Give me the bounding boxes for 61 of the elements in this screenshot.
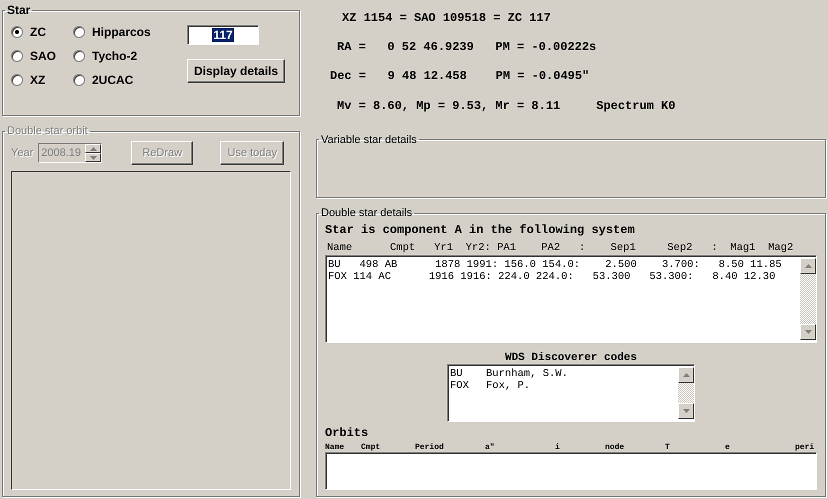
orbits-list[interactable] [325, 452, 817, 490]
column-header: node [605, 443, 626, 452]
code-row[interactable]: BU Burnham, S.W. [450, 368, 678, 380]
star-info-line: RA = 0 52 46.9239 PM = -0.00222s [336, 40, 598, 54]
display-details-button[interactable]: Display details [187, 59, 286, 83]
column-header: peri [795, 443, 816, 452]
scrollbar[interactable] [800, 258, 816, 340]
radio-icon[interactable] [73, 74, 85, 86]
up-arrow-icon [804, 264, 812, 268]
radio-label: Tycho-2 [92, 49, 138, 63]
catalog-radio[interactable]: Hipparcos [73, 25, 163, 39]
group-title: Double star orbit [6, 125, 89, 137]
column-header: T [665, 443, 671, 452]
codes-title: WDS Discoverer codes [504, 352, 638, 364]
up-arrow-icon [682, 373, 690, 377]
star-info-line: Mv = 8.60, Mp = 9.53, Mr = 8.11 Spectrum K0 [336, 98, 676, 113]
column-header: Cmpt [361, 443, 382, 452]
down-arrow-icon [90, 156, 97, 160]
radio-label: ZC [30, 25, 46, 39]
column-header: Name [325, 443, 346, 452]
radio-icon[interactable] [73, 50, 85, 62]
scroll-up-button[interactable] [800, 258, 816, 274]
scroll-up-button[interactable] [678, 367, 694, 383]
column-header: i [555, 443, 561, 452]
group-title: Double star details [320, 207, 414, 219]
catalog-radio[interactable]: SAO [11, 49, 73, 63]
column-headers: Name Cmpt Yr1 Yr2: PA1 PA2 : Sep1 Sep2 : Mag1 Mag2 [326, 242, 794, 254]
radio-icon[interactable] [11, 50, 23, 62]
code-row[interactable]: FOX Fox, P. [450, 380, 678, 392]
orbits-title: Orbits [325, 426, 370, 440]
up-arrow-icon [90, 146, 97, 150]
radio-label: 2UCAC [92, 73, 134, 87]
system-row[interactable]: FOX 114 AC 1916 1916: 224.0 224.0: 53.300 53.300: 8.40 12.30 [328, 271, 800, 283]
star-info-line: XZ 1154 = SAO 109518 = ZC 117 [341, 10, 552, 25]
system-row[interactable]: BU 498 AB 1878 1991: 156.0 154.0: 2.500 3.700: 8.50 11.85 [328, 259, 800, 271]
radio-label: Hipparcos [92, 25, 151, 39]
system-heading: Star is component A in the following system [325, 223, 636, 237]
group-title: Variable star details [320, 134, 418, 146]
catalog-radio[interactable]: Tycho-2 [73, 49, 163, 63]
column-header: e [725, 443, 731, 452]
scroll-down-button[interactable] [678, 403, 694, 419]
radio-icon[interactable] [11, 74, 23, 86]
down-arrow-icon [682, 409, 690, 413]
group-title: Star [6, 3, 32, 17]
codes-list[interactable]: BU Burnham, S.W. FOX Fox, P. [447, 364, 695, 422]
radio-icon[interactable] [73, 26, 85, 38]
system-list[interactable]: BU 498 AB 1878 1991: 156.0 154.0: 2.500 3.700: 8.50 11.85 FOX 114 AC 1916 1916: 224.0 224.0: 53.300 53.300: 8.40 12.30 [325, 255, 817, 343]
catalog-radio[interactable]: ZC [11, 25, 73, 39]
star-info-line: Dec = 9 48 12.458 PM = -0.0495" [330, 69, 590, 84]
scroll-down-button[interactable] [800, 324, 816, 340]
catalog-radio[interactable]: XZ [11, 73, 73, 87]
scrollbar[interactable] [678, 367, 694, 419]
down-arrow-icon [804, 330, 812, 334]
column-header: a" [485, 443, 496, 452]
radio-label: XZ [30, 73, 46, 87]
column-header: Period [415, 443, 445, 452]
radio-icon[interactable] [11, 26, 23, 38]
radio-label: SAO [30, 49, 56, 63]
year-label: Year [11, 147, 34, 159]
catalog-radio[interactable]: 2UCAC [73, 73, 163, 87]
star-number-field[interactable]: 117 [187, 25, 259, 45]
